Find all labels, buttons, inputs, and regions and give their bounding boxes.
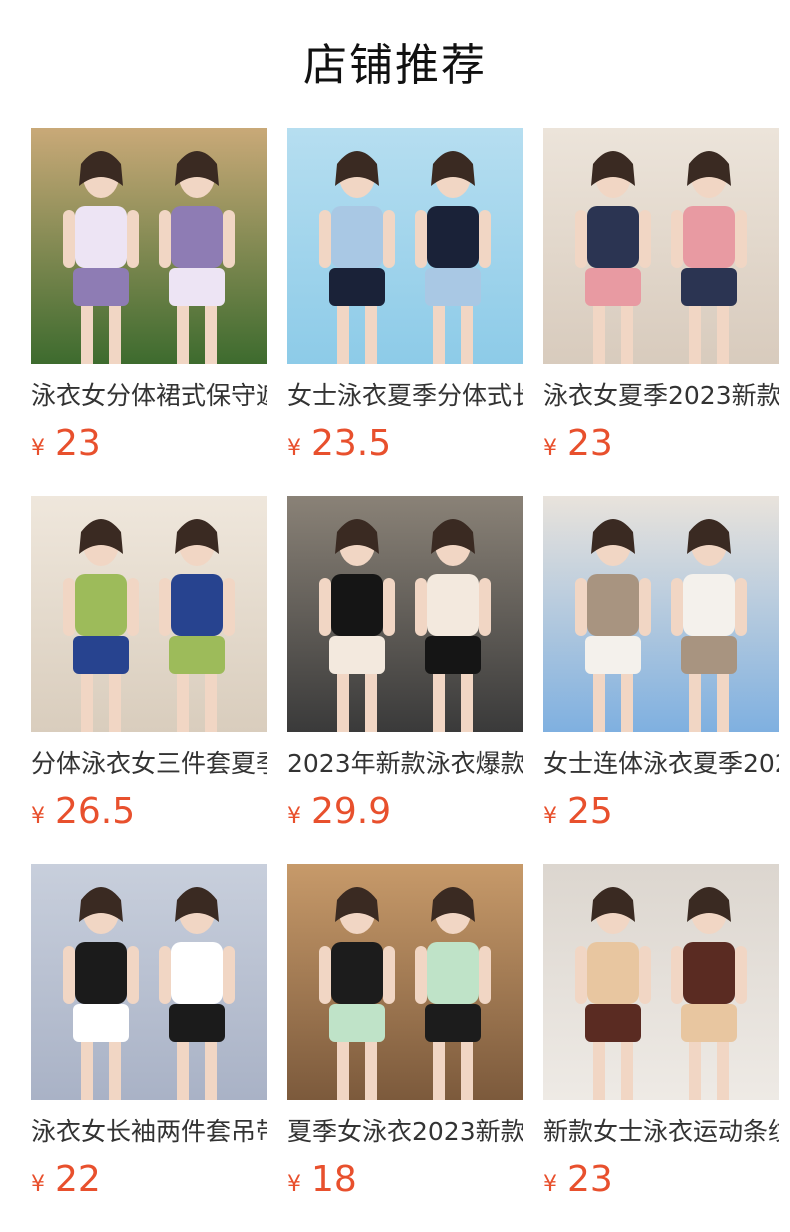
- product-card[interactable]: 新款女士泳衣运动条纹短袖 ¥23: [543, 864, 779, 1200]
- currency-symbol: ¥: [31, 1172, 45, 1197]
- product-photo: [31, 128, 267, 364]
- product-name[interactable]: 新款女士泳衣运动条纹短袖: [543, 1116, 779, 1148]
- currency-symbol: ¥: [543, 436, 557, 461]
- product-price: ¥26.5: [31, 792, 267, 832]
- price-value: 18: [311, 1159, 357, 1200]
- product-name[interactable]: 泳衣女分体裙式保守遮肚显瘦: [31, 380, 267, 412]
- product-photo: [31, 864, 267, 1100]
- currency-symbol: ¥: [543, 804, 557, 829]
- product-image[interactable]: [31, 864, 267, 1100]
- product-card[interactable]: 泳衣女分体裙式保守遮肚显瘦 ¥23: [31, 128, 267, 464]
- currency-symbol: ¥: [31, 804, 45, 829]
- product-card[interactable]: 女士连体泳衣夏季2023新款 ¥25: [543, 496, 779, 832]
- product-price: ¥29.9: [287, 792, 523, 832]
- product-photo: [287, 864, 523, 1100]
- product-name[interactable]: 分体泳衣女三件套夏季学生款: [31, 748, 267, 780]
- product-price: ¥18: [287, 1160, 523, 1200]
- product-price: ¥23: [543, 424, 779, 464]
- product-name[interactable]: 2023年新款泳衣爆款性感显瘦: [287, 748, 523, 780]
- currency-symbol: ¥: [287, 1172, 301, 1197]
- product-card[interactable]: 夏季女泳衣2023新款运动风 ¥18: [287, 864, 523, 1200]
- product-photo: [31, 496, 267, 732]
- product-card[interactable]: 泳衣女夏季2023新款连体裙式 ¥23: [543, 128, 779, 464]
- product-photo: [543, 128, 779, 364]
- product-image[interactable]: [543, 864, 779, 1100]
- price-value: 23: [567, 423, 613, 464]
- product-price: ¥22: [31, 1160, 267, 1200]
- product-image[interactable]: [287, 496, 523, 732]
- currency-symbol: ¥: [287, 804, 301, 829]
- product-card[interactable]: 女士泳衣夏季分体式长袖防晒 ¥23.5: [287, 128, 523, 464]
- product-photo: [543, 864, 779, 1100]
- product-image[interactable]: [31, 496, 267, 732]
- price-value: 22: [55, 1159, 101, 1200]
- product-name[interactable]: 泳衣女夏季2023新款连体裙式: [543, 380, 779, 412]
- product-image[interactable]: [543, 496, 779, 732]
- currency-symbol: ¥: [31, 436, 45, 461]
- price-value: 25: [567, 791, 613, 832]
- price-value: 26.5: [55, 791, 136, 832]
- price-value: 23.5: [311, 423, 392, 464]
- page-title: 店铺推荐: [303, 40, 487, 91]
- product-photo: [287, 128, 523, 364]
- price-value: 29.9: [311, 791, 392, 832]
- price-value: 23: [55, 423, 101, 464]
- currency-symbol: ¥: [287, 436, 301, 461]
- product-name[interactable]: 女士连体泳衣夏季2023新款: [543, 748, 779, 780]
- product-price: ¥23: [31, 424, 267, 464]
- product-image[interactable]: [287, 128, 523, 364]
- currency-symbol: ¥: [543, 1172, 557, 1197]
- product-price: ¥23.5: [287, 424, 523, 464]
- product-name[interactable]: 女士泳衣夏季分体式长袖防晒: [287, 380, 523, 412]
- product-name[interactable]: 泳衣女长袖两件套吊带显瘦: [31, 1116, 267, 1148]
- product-card[interactable]: 2023年新款泳衣爆款性感显瘦 ¥29.9: [287, 496, 523, 832]
- product-photo: [543, 496, 779, 732]
- product-image[interactable]: [543, 128, 779, 364]
- price-value: 23: [567, 1159, 613, 1200]
- product-image[interactable]: [31, 128, 267, 364]
- product-card[interactable]: 分体泳衣女三件套夏季学生款 ¥26.5: [31, 496, 267, 832]
- product-image[interactable]: [287, 864, 523, 1100]
- product-name[interactable]: 夏季女泳衣2023新款运动风: [287, 1116, 523, 1148]
- product-price: ¥25: [543, 792, 779, 832]
- product-card[interactable]: 泳衣女长袖两件套吊带显瘦 ¥22: [31, 864, 267, 1200]
- product-photo: [287, 496, 523, 732]
- product-price: ¥23: [543, 1160, 779, 1200]
